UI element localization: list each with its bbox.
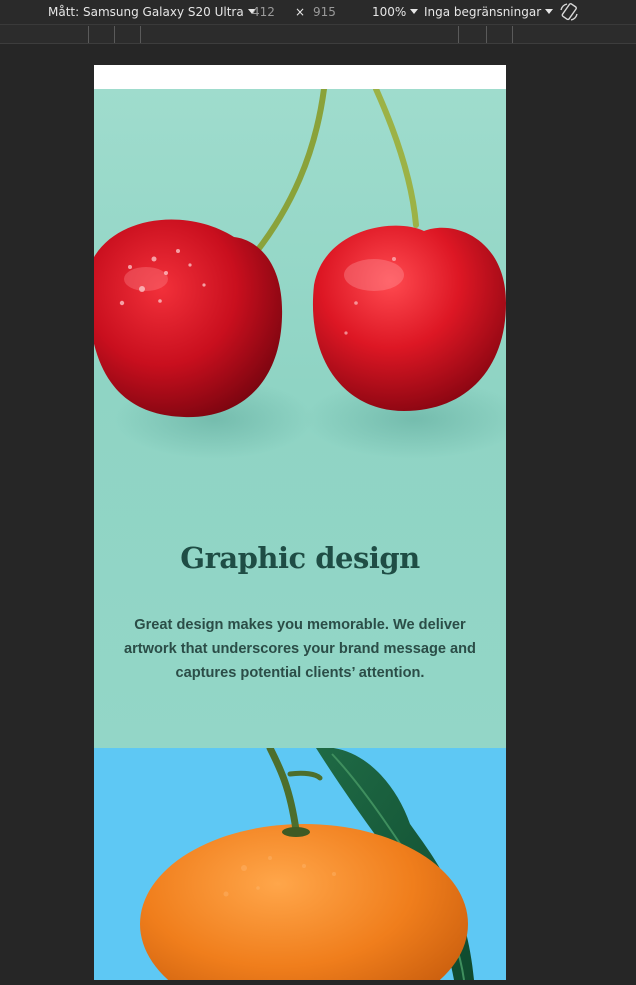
ruler-tick (114, 26, 115, 43)
width-input[interactable]: 412 (252, 4, 275, 20)
chevron-down-icon (545, 9, 554, 14)
throttling-label: Inga begränsningar (424, 5, 542, 19)
device-label: Mått: Samsung Galaxy S20 Ultra (48, 5, 244, 19)
ruler-tick (458, 26, 459, 43)
throttling-selector[interactable]: Inga begränsningar (424, 4, 554, 20)
rotate-icon[interactable] (558, 1, 580, 23)
zoom-label: 100% (372, 5, 407, 19)
chevron-down-icon (410, 9, 419, 14)
next-section (94, 748, 506, 980)
zoom-selector[interactable]: 100% (372, 4, 419, 20)
ruler-tick (140, 26, 141, 43)
ruler-tick (512, 26, 513, 43)
graphic-design-section: Graphic design Great design makes you me… (94, 89, 506, 748)
ruler-tick (486, 26, 487, 43)
orange-icon (140, 748, 474, 980)
cherries-icon (94, 89, 506, 459)
section-title: Graphic design (180, 541, 420, 575)
device-frame: Graphic design Great design makes you me… (94, 65, 506, 980)
height-input[interactable]: 915 (313, 4, 336, 20)
device-toolbar: Mått: Samsung Galaxy S20 Ultra 412 × 915… (0, 0, 636, 24)
page-top-bar (94, 65, 506, 89)
ruler-tick (88, 26, 89, 43)
device-selector[interactable]: Mått: Samsung Galaxy S20 Ultra (48, 4, 256, 20)
media-query-ruler[interactable] (0, 24, 636, 44)
dimension-separator: × (295, 5, 306, 19)
section-description: Great design makes you memorable. We del… (124, 617, 476, 681)
